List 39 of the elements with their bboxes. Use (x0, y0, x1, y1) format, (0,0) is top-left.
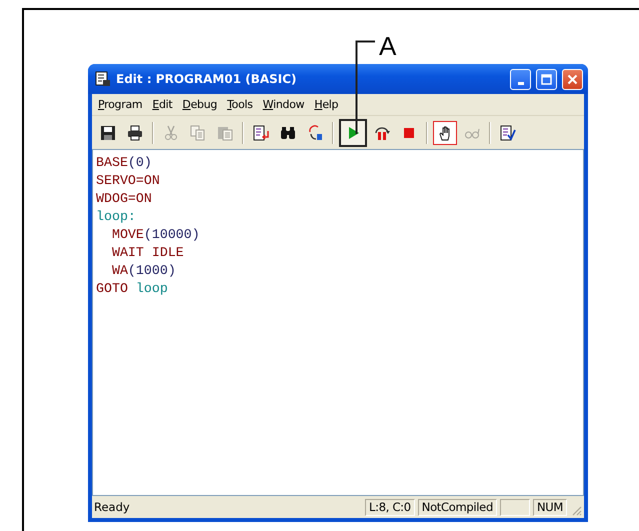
find-icon (280, 124, 296, 140)
maximize-button[interactable] (536, 68, 557, 90)
toolbar-button[interactable] (339, 118, 367, 146)
menu-item[interactable]: Edit (147, 98, 178, 111)
copy-icon (190, 124, 206, 140)
code-line: MOVE(10000) (110, 226, 200, 244)
status-pane: L:8, C:0 (365, 498, 415, 516)
menu-item[interactable]: Window (258, 98, 310, 111)
print-icon (127, 124, 143, 140)
status-pane: NUM (532, 498, 567, 516)
code-line: WDOG=ON (96, 190, 152, 208)
code-line: SERVO=ON (96, 172, 160, 190)
save-icon (100, 124, 116, 140)
code-line: WA(1000) (110, 262, 176, 280)
code-line: loop: (96, 208, 136, 226)
cut-icon (163, 124, 179, 140)
minimize-icon (518, 82, 524, 84)
code-line: BASE(0) (96, 154, 152, 172)
code-line: GOTO loop (96, 280, 168, 298)
menu-item[interactable]: Program (93, 98, 148, 111)
menu-item[interactable]: Help (309, 98, 344, 111)
maximize-icon (541, 74, 552, 84)
check-icon (500, 124, 516, 140)
menu-item[interactable]: Debug (177, 98, 222, 111)
resize-grip-icon[interactable] (570, 504, 582, 516)
callout-label: A (379, 31, 396, 61)
window-title: Edit : PROGRAM01 (BASIC) (116, 72, 298, 86)
code-editor[interactable]: BASE(0) SERVO=ON WDOG=ON loop: MOVE(10000) WAIT IDLE WA(1000) GOTO loop (92, 149, 584, 496)
minimize-button[interactable] (510, 68, 531, 90)
status-message: Ready (94, 500, 131, 514)
toolbar-button[interactable] (433, 120, 457, 144)
status-pane: NotCompiled (418, 498, 497, 516)
close-button[interactable] (562, 68, 583, 90)
paste-icon (217, 124, 233, 140)
code-line: WAIT IDLE (110, 244, 184, 262)
window-icon (95, 71, 111, 87)
close-icon (567, 74, 578, 84)
status-pane (500, 498, 530, 516)
menu-item[interactable]: Tools (222, 98, 258, 111)
